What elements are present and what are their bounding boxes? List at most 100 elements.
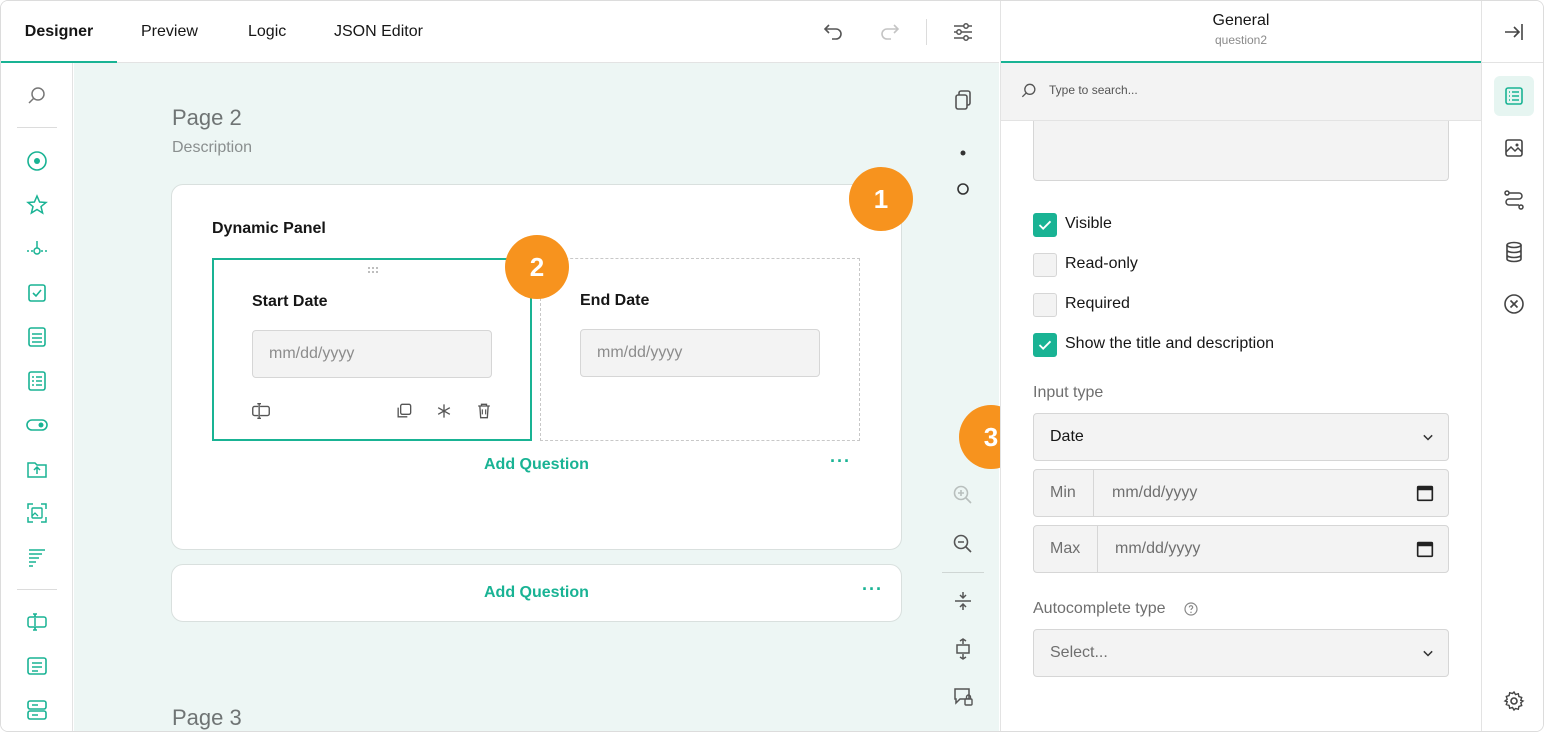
- add-question-button[interactable]: Add Question: [484, 584, 589, 602]
- checkmark-icon: [1038, 340, 1052, 350]
- question-title[interactable]: End Date: [580, 292, 649, 310]
- question-start-date[interactable]: Start Date mm/dd/yyyy: [212, 258, 532, 441]
- multiple-text-icon[interactable]: [25, 698, 49, 722]
- field-divider: [1097, 526, 1098, 572]
- canvas-tools-divider: [942, 572, 984, 573]
- min-date-field[interactable]: Min mm/dd/yyyy: [1033, 469, 1449, 517]
- zoom-out-icon[interactable]: [951, 532, 975, 556]
- selected-element-name: question2: [1214, 33, 1268, 47]
- toolbox-divider: [17, 589, 57, 590]
- duplicate-icon[interactable]: [394, 401, 414, 421]
- page-dot-icon[interactable]: [951, 141, 975, 165]
- calendar-icon[interactable]: [1414, 482, 1436, 504]
- autocomplete-type-label: Autocomplete type: [1033, 600, 1166, 617]
- question-end-date[interactable]: End Date mm/dd/yyyy: [540, 258, 860, 441]
- callout-badge-1: 1: [849, 167, 913, 231]
- tagbox-icon[interactable]: [25, 369, 49, 393]
- validation-properties-icon[interactable]: [1502, 292, 1526, 316]
- property-grid: General question2 Type to search... Visi…: [1000, 1, 1481, 731]
- page-title[interactable]: Page 3: [172, 705, 242, 731]
- dropdown-icon[interactable]: [25, 325, 49, 349]
- top-toolbar: Designer Preview Logic JSON Editor: [1, 1, 999, 63]
- required-checkbox[interactable]: [1033, 293, 1057, 317]
- property-search[interactable]: Type to search...: [1001, 63, 1481, 121]
- tab-preview[interactable]: Preview: [141, 1, 198, 63]
- show-title-checkbox[interactable]: [1033, 333, 1057, 357]
- panel-title[interactable]: Dynamic Panel: [212, 220, 326, 238]
- add-question-button[interactable]: Add Question: [484, 456, 589, 474]
- question-title[interactable]: Start Date: [252, 293, 328, 311]
- autocomplete-placeholder: Select...: [1050, 644, 1108, 661]
- input-type-icon[interactable]: [250, 400, 272, 422]
- required-asterisk-icon[interactable]: [434, 401, 454, 421]
- property-grid-header: General question2: [1001, 1, 1481, 63]
- settings-gear-icon[interactable]: [1502, 689, 1526, 713]
- toolbox-divider: [17, 127, 57, 128]
- survey-creator-window: Designer Preview Logic JSON Editor Page …: [0, 0, 1544, 732]
- max-date-input[interactable]: mm/dd/yyyy: [1115, 540, 1200, 558]
- input-type-dropdown[interactable]: Date: [1033, 413, 1449, 461]
- text-input-icon[interactable]: [25, 610, 49, 634]
- copy-icon[interactable]: [951, 88, 975, 112]
- checkbox-icon[interactable]: [25, 281, 49, 305]
- logic-properties-icon[interactable]: [1502, 188, 1526, 212]
- date-input[interactable]: mm/dd/yyyy: [580, 329, 820, 377]
- ranking-icon[interactable]: [25, 545, 49, 569]
- undo-icon[interactable]: [821, 20, 845, 44]
- tab-json-editor[interactable]: JSON Editor: [334, 1, 423, 63]
- collapse-all-icon[interactable]: [951, 589, 975, 613]
- description-textarea[interactable]: [1033, 121, 1449, 181]
- input-type-value: Date: [1050, 428, 1084, 445]
- more-options-button[interactable]: ···: [862, 579, 883, 600]
- data-properties-icon[interactable]: [1502, 240, 1526, 264]
- field-divider: [1093, 470, 1094, 516]
- calendar-icon[interactable]: [1414, 538, 1436, 560]
- expand-all-icon[interactable]: [951, 637, 975, 661]
- radiogroup-icon[interactable]: [25, 149, 49, 173]
- visible-checkbox[interactable]: [1033, 213, 1057, 237]
- rating-icon[interactable]: [25, 193, 49, 217]
- min-date-input[interactable]: mm/dd/yyyy: [1112, 484, 1197, 502]
- input-type-label: Input type: [1033, 384, 1104, 401]
- redo-icon[interactable]: [878, 20, 902, 44]
- min-label: Min: [1050, 484, 1076, 501]
- callout-badge-2: 2: [505, 235, 569, 299]
- chevron-down-icon: [1423, 650, 1433, 657]
- file-upload-icon[interactable]: [25, 457, 49, 481]
- date-input[interactable]: mm/dd/yyyy: [252, 330, 492, 378]
- layout-properties-icon[interactable]: [1502, 136, 1526, 160]
- toolbar-divider: [926, 19, 927, 45]
- more-options-button[interactable]: ···: [830, 451, 851, 472]
- tab-designer[interactable]: Designer: [1, 1, 117, 63]
- read-only-checkbox[interactable]: [1033, 253, 1057, 277]
- sidebar-header: [1482, 1, 1543, 63]
- search-placeholder[interactable]: Type to search...: [1049, 83, 1138, 97]
- help-icon[interactable]: [1183, 601, 1199, 617]
- tab-logic[interactable]: Logic: [248, 1, 286, 63]
- property-grid-sidebar: [1481, 1, 1543, 731]
- property-category-title: General: [1212, 12, 1270, 29]
- max-date-field[interactable]: Max mm/dd/yyyy: [1033, 525, 1449, 573]
- autocomplete-type-dropdown[interactable]: Select...: [1033, 629, 1449, 677]
- checkbox-label: Visible: [1065, 215, 1112, 232]
- lock-question-icon[interactable]: [951, 685, 975, 709]
- settings-sliders-icon[interactable]: [951, 20, 975, 44]
- boolean-icon[interactable]: [25, 413, 49, 437]
- slider-icon[interactable]: [25, 237, 49, 261]
- delete-icon[interactable]: [474, 401, 494, 421]
- checkmark-icon: [1038, 220, 1052, 230]
- search-icon[interactable]: [25, 84, 49, 108]
- design-canvas: Page 2 Description Dynamic Panel Start D…: [74, 63, 999, 731]
- page-description[interactable]: Description: [172, 139, 252, 157]
- checkbox-label: Show the title and description: [1065, 335, 1275, 352]
- page-title[interactable]: Page 2: [172, 105, 242, 131]
- drag-handle-icon[interactable]: [366, 266, 380, 276]
- page-circle-icon[interactable]: [951, 177, 975, 201]
- general-properties-icon[interactable]: [1502, 84, 1526, 108]
- max-label: Max: [1050, 540, 1081, 557]
- image-picker-icon[interactable]: [25, 501, 49, 525]
- zoom-in-icon[interactable]: [951, 483, 975, 507]
- chevron-down-icon: [1423, 434, 1433, 441]
- collapse-panel-icon[interactable]: [1502, 20, 1526, 44]
- comment-icon[interactable]: [25, 654, 49, 678]
